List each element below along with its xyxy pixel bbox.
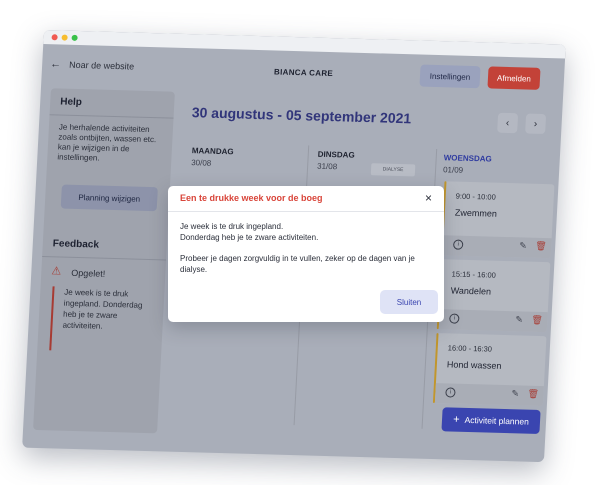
divider bbox=[168, 211, 444, 212]
edit-icon[interactable]: ✎ bbox=[519, 240, 527, 251]
warning-title: Opgelet! bbox=[71, 267, 106, 279]
activity-title: Hond wassen bbox=[446, 359, 502, 371]
day-name: DINSDAG bbox=[317, 149, 355, 160]
activity-title: Wandelen bbox=[450, 285, 492, 297]
minimize-window-dot[interactable] bbox=[61, 34, 68, 41]
divider bbox=[49, 114, 174, 119]
change-planning-button[interactable]: Planning wijzigen bbox=[60, 184, 158, 212]
back-to-website-link[interactable]: ← Noar de website bbox=[50, 58, 135, 72]
sidebar: Help Je herhalende activiteiten zoals on… bbox=[33, 88, 175, 434]
day-date: 31/08 bbox=[316, 161, 338, 172]
week-range-title: 30 augustus - 05 september 2021 bbox=[191, 104, 412, 127]
delete-icon[interactable]: 🗑 bbox=[527, 389, 539, 400]
day-date: 01/09 bbox=[442, 165, 464, 175]
activity-card[interactable]: 16:00 - 16:30 Hond wassen i ✎ 🗑 bbox=[432, 333, 547, 407]
day-header-tuesday: DINSDAG 31/08 bbox=[317, 150, 355, 172]
plan-activity-label: Activiteit plannen bbox=[464, 414, 530, 427]
stage: ← Noar de website BIANCA CARE Instelling… bbox=[0, 0, 609, 485]
day-name: WOENSDAG bbox=[443, 153, 492, 164]
activity-title: Zwemmen bbox=[454, 207, 498, 219]
dialyse-tag-label: DIALYSE bbox=[382, 166, 404, 174]
info-icon[interactable]: i bbox=[445, 387, 456, 398]
maximize-window-dot[interactable] bbox=[71, 34, 78, 41]
plan-activity-button[interactable]: + Activiteit plannen bbox=[441, 407, 541, 434]
back-label: Noar de website bbox=[68, 59, 135, 72]
warning-accent-bar bbox=[49, 286, 55, 351]
feedback-title: Feedback bbox=[52, 238, 100, 251]
day-date: 30/08 bbox=[190, 158, 212, 168]
chevron-left-icon: ‹ bbox=[505, 117, 510, 129]
back-arrow-icon: ← bbox=[49, 58, 62, 71]
next-week-button[interactable]: › bbox=[525, 113, 547, 135]
activity-actions: i ✎ 🗑 bbox=[438, 309, 548, 333]
activity-card[interactable]: 9:00 - 10:00 Zwemmen i ✎ 🗑 bbox=[440, 181, 555, 259]
activity-card[interactable]: 15:15 - 16:00 Wandelen i ✎ 🗑 bbox=[436, 259, 551, 333]
delete-icon[interactable]: 🗑 bbox=[531, 315, 543, 326]
day-name: MAANDAG bbox=[191, 146, 234, 157]
previous-week-button[interactable]: ‹ bbox=[497, 112, 519, 134]
warning-text: Je week is te druk ingepland. Donderdag … bbox=[62, 287, 143, 331]
plus-icon: + bbox=[452, 413, 460, 426]
activity-time: 16:00 - 16:30 bbox=[447, 343, 493, 354]
brand-title: BIANCA CARE bbox=[273, 67, 334, 79]
dialog-text: Je week is te druk ingepland. bbox=[180, 222, 284, 231]
close-icon[interactable]: × bbox=[425, 191, 432, 205]
dialog-text: Probeer je dagen zorgvuldig in te vullen… bbox=[180, 254, 415, 274]
chevron-right-icon: › bbox=[533, 118, 538, 130]
activity-actions: i ✎ 🗑 bbox=[434, 383, 544, 407]
activity-actions: i ✎ 🗑 bbox=[442, 235, 552, 259]
activity-time: 15:15 - 16:00 bbox=[451, 269, 497, 280]
info-icon[interactable]: i bbox=[449, 313, 460, 324]
help-title: Help bbox=[59, 96, 83, 109]
warning-row: ⚠ Opgelet! bbox=[51, 265, 106, 279]
dialog-title: Een te drukke week voor de boeg bbox=[180, 193, 323, 203]
close-window-dot[interactable] bbox=[51, 34, 58, 41]
info-icon[interactable]: i bbox=[452, 239, 464, 250]
help-text: Je herhalende activiteiten zoals ontbijt… bbox=[57, 122, 157, 163]
divider bbox=[42, 256, 167, 261]
delete-icon[interactable]: 🗑 bbox=[535, 241, 547, 252]
day-header-monday: MAANDAG 30/08 bbox=[191, 146, 234, 168]
dialog-text: Donderdag heb je te zware activiteiten. bbox=[180, 233, 319, 242]
edit-icon[interactable]: ✎ bbox=[515, 314, 523, 325]
close-dialog-button[interactable]: Sluiten bbox=[380, 290, 438, 314]
logout-button[interactable]: Afmelden bbox=[487, 66, 541, 90]
settings-button[interactable]: Instellingen bbox=[419, 64, 481, 89]
day-header-wednesday: WOENSDAG 01/09 bbox=[443, 153, 492, 175]
edit-icon[interactable]: ✎ bbox=[511, 388, 519, 399]
busy-week-dialog: Een te drukke week voor de boeg × Je wee… bbox=[168, 186, 444, 322]
warning-icon: ⚠ bbox=[51, 265, 62, 278]
activity-time: 9:00 - 10:00 bbox=[455, 191, 496, 202]
dialyse-tag: DIALYSE bbox=[370, 163, 416, 177]
